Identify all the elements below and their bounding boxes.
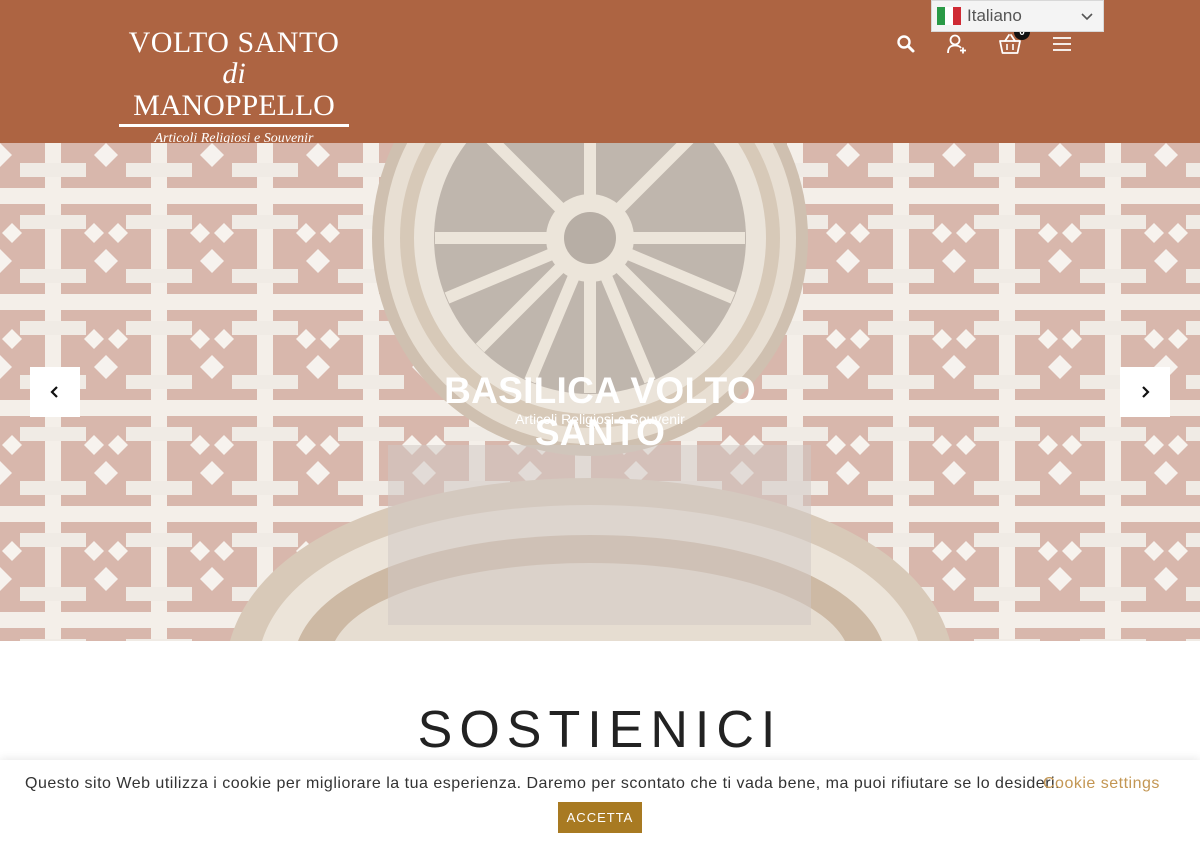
logo-prefix: di [222, 57, 246, 90]
user-add-icon [947, 34, 966, 54]
logo-title: VOLTO SANTO [128, 26, 340, 59]
logo-place: MANOPPELLO [133, 89, 335, 122]
section-title: SOSTIENICI [417, 701, 783, 759]
italy-flag-icon [937, 7, 961, 25]
menu-button[interactable] [1048, 30, 1076, 58]
cookie-banner: Questo sito Web utilizza i cookie per mi… [0, 760, 1200, 850]
chevron-left-icon [50, 386, 58, 398]
menu-icon [1053, 37, 1071, 51]
chevron-right-icon [1142, 386, 1150, 398]
search-button[interactable] [892, 30, 920, 58]
account-button[interactable] [943, 30, 971, 58]
logo-subtitle: di MANOPPELLO [118, 58, 350, 122]
cookie-message: Questo sito Web utilizza i cookie per mi… [25, 775, 1061, 792]
language-label: Italiano [967, 6, 1022, 25]
site-logo[interactable]: VOLTO SANTO di MANOPPELLO Articoli Relig… [118, 26, 350, 146]
hero-subtitle: Articoli Religiosi e Souvenir [515, 411, 685, 427]
slider-next-button[interactable] [1120, 367, 1170, 417]
language-selector[interactable]: Italiano [931, 0, 1104, 32]
search-icon [897, 35, 915, 53]
slider-prev-button[interactable] [30, 367, 80, 417]
chevron-down-icon [1081, 13, 1093, 21]
cart-button[interactable]: 0 [996, 24, 1030, 58]
logo-rule [119, 124, 349, 127]
cookie-settings-link[interactable]: Cookie settings [1043, 775, 1160, 793]
accept-cookies-button[interactable]: ACCETTA [558, 802, 642, 833]
caption-overlay [388, 445, 811, 625]
